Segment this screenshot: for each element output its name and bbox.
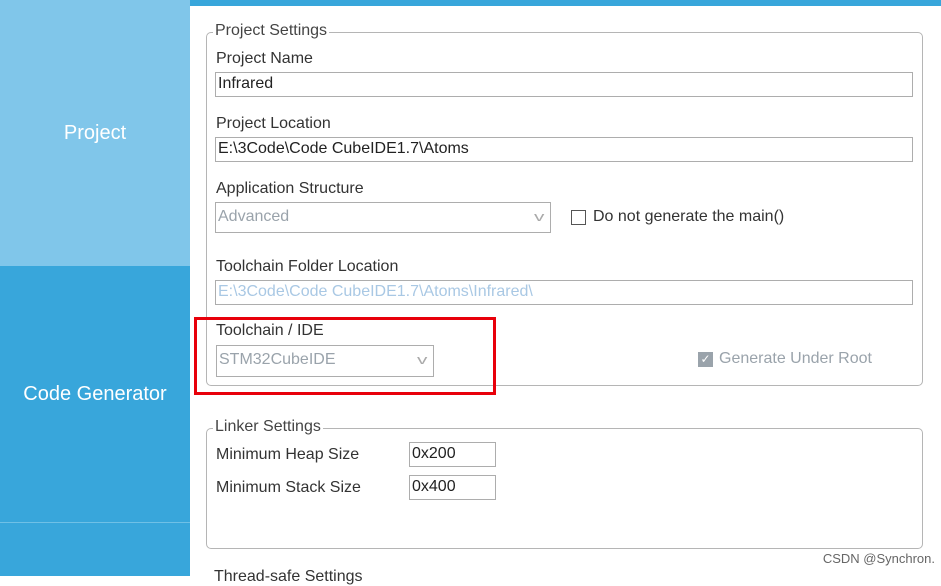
project-name-input[interactable]: Infrared	[215, 72, 913, 97]
sidebar-item-project[interactable]: Project	[0, 0, 190, 266]
sidebar-item-label: Project	[63, 121, 127, 144]
heap-size-input[interactable]: 0x200	[409, 442, 496, 467]
select-value: Advanced	[218, 208, 290, 225]
top-bar	[190, 0, 941, 6]
generate-under-root-label: Generate Under Root	[719, 350, 872, 367]
project-location-label: Project Location	[216, 115, 331, 132]
application-structure-select[interactable]: Advanced v	[215, 202, 551, 233]
no-main-checkbox[interactable]	[571, 210, 586, 225]
toolchain-folder-label: Toolchain Folder Location	[216, 258, 399, 275]
highlight-box	[194, 317, 496, 395]
stack-size-label: Minimum Stack Size	[216, 479, 361, 496]
group-title: Project Settings	[213, 22, 330, 40]
stack-size-input[interactable]: 0x400	[409, 475, 496, 500]
chevron-down-icon: v	[533, 209, 544, 224]
watermark: CSDN @Synchron.	[822, 551, 935, 566]
heap-size-label: Minimum Heap Size	[216, 446, 360, 463]
project-name-label: Project Name	[216, 50, 313, 67]
toolchain-folder-input[interactable]: E:\3Code\Code CubeIDE1.7\Atoms\Infrared\	[215, 280, 913, 305]
project-location-input[interactable]: E:\3Code\Code CubeIDE1.7\Atoms	[215, 137, 913, 162]
sidebar-item-label: Code Generator	[23, 382, 167, 405]
no-main-label: Do not generate the main()	[593, 208, 785, 225]
sidebar-item-advanced[interactable]	[0, 522, 190, 576]
group-title: Linker Settings	[213, 418, 323, 436]
generate-under-root-checkbox[interactable]: ✓	[698, 352, 713, 367]
thread-safe-title: Thread-safe Settings	[214, 568, 363, 585]
application-structure-label: Application Structure	[216, 180, 364, 197]
sidebar-item-code-generator[interactable]: Code Generator	[0, 266, 190, 522]
